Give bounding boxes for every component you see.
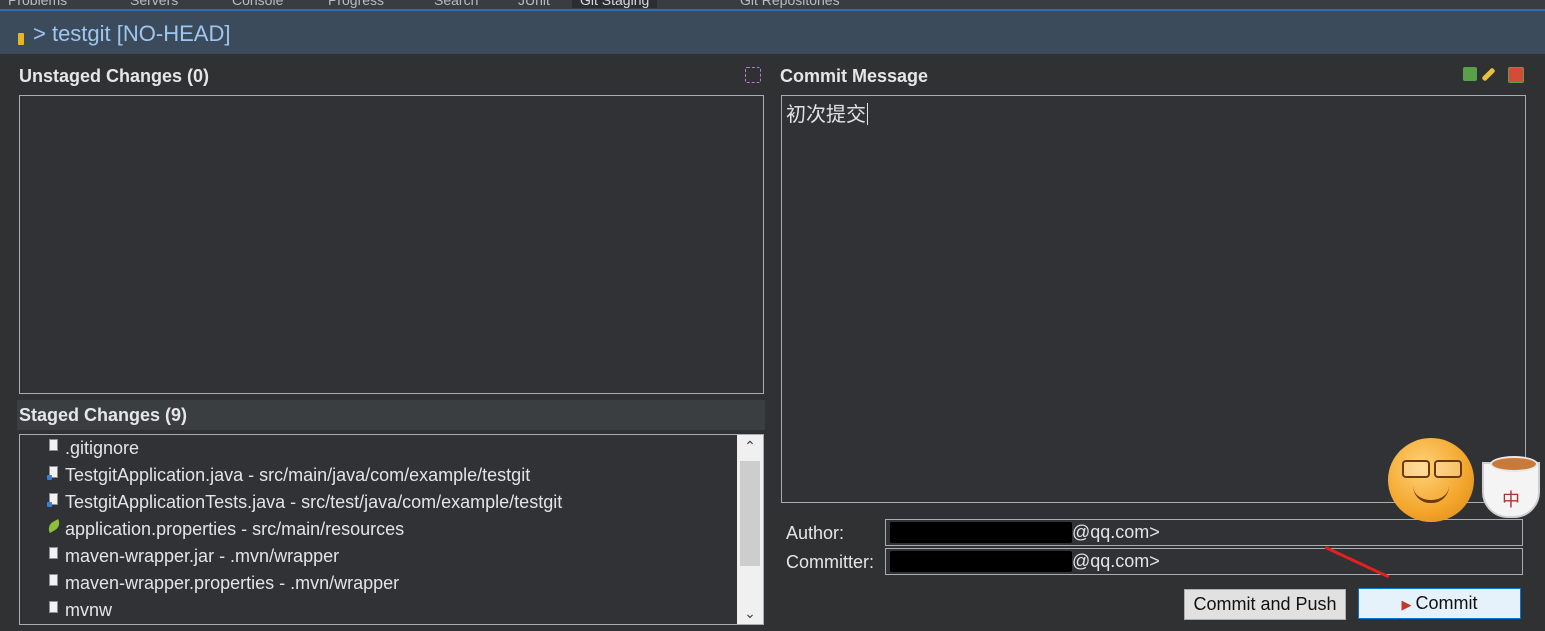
glasses-right bbox=[1434, 460, 1462, 478]
glasses-left bbox=[1402, 460, 1430, 478]
text-caret bbox=[867, 103, 868, 125]
file-name: maven-wrapper.jar - .mvn/wrapper bbox=[65, 546, 340, 566]
file-name: .gitignore bbox=[65, 438, 140, 458]
file-name: application.properties - src/main/resour… bbox=[65, 519, 405, 539]
staged-scrollbar[interactable]: ⌃ ⌄ bbox=[737, 435, 763, 624]
scroll-down-icon[interactable]: ⌄ bbox=[737, 602, 763, 624]
author-field[interactable]: @qq.com> bbox=[885, 519, 1523, 546]
spring-leaf-icon bbox=[49, 520, 58, 532]
redacted-name bbox=[890, 522, 1072, 543]
add-change-id-icon[interactable] bbox=[1508, 67, 1524, 83]
view-mode-icon[interactable] bbox=[745, 67, 761, 83]
list-item[interactable]: TestgitApplicationTests.java - src/test/… bbox=[20, 489, 737, 516]
tab-console[interactable]: Console bbox=[232, 0, 283, 8]
smile bbox=[1413, 486, 1449, 503]
tab-git-staging[interactable]: Git Staging bbox=[572, 0, 658, 8]
list-item[interactable]: TestgitApplication.java - src/main/java/… bbox=[20, 462, 737, 489]
redacted-name bbox=[890, 551, 1072, 572]
author-email: @qq.com> bbox=[1072, 522, 1160, 542]
view-tab-strip: Problems Servers Console Progress Search… bbox=[0, 0, 1545, 9]
list-item[interactable]: mvnw bbox=[20, 597, 737, 624]
ime-language-label: 中 bbox=[1502, 490, 1520, 511]
commit-message-value: 初次提交 bbox=[786, 102, 866, 126]
commit-button-label: Commit bbox=[1415, 593, 1478, 613]
committer-email: @qq.com> bbox=[1072, 551, 1160, 571]
committer-field[interactable]: @qq.com> bbox=[885, 548, 1523, 575]
staged-changes-title: Staged Changes (9) bbox=[19, 405, 188, 425]
java-file-icon bbox=[47, 493, 58, 507]
file-icon bbox=[49, 574, 58, 586]
commit-and-push-button[interactable]: Commit and Push bbox=[1184, 589, 1346, 620]
java-file-icon bbox=[47, 466, 58, 480]
file-icon bbox=[49, 547, 58, 559]
list-item[interactable]: .gitignore bbox=[20, 435, 737, 462]
tab-git-repositories[interactable]: Git Repositories bbox=[740, 0, 840, 8]
list-item[interactable]: maven-wrapper.jar - .mvn/wrapper bbox=[20, 543, 737, 570]
tab-problems[interactable]: Problems bbox=[8, 0, 67, 8]
file-icon bbox=[49, 439, 58, 451]
amend-icon[interactable] bbox=[1481, 67, 1496, 82]
scrollbar-thumb[interactable] bbox=[740, 461, 760, 566]
tab-junit[interactable]: JUnit bbox=[518, 0, 550, 8]
tab-progress[interactable]: Progress bbox=[328, 0, 384, 8]
unstaged-changes-title: Unstaged Changes (0) bbox=[19, 66, 210, 86]
file-name: maven-wrapper.properties - .mvn/wrapper bbox=[65, 573, 400, 593]
author-label: Author: bbox=[786, 523, 845, 543]
file-icon bbox=[49, 601, 58, 613]
staged-file-list[interactable]: .gitignore TestgitApplication.java - src… bbox=[19, 434, 764, 625]
list-item[interactable]: application.properties - src/main/resour… bbox=[20, 516, 737, 543]
commit-message-text: 初次提交 bbox=[786, 98, 868, 127]
commit-button[interactable]: ▶ Commit bbox=[1358, 588, 1521, 619]
repository-title: > testgit [NO-HEAD] bbox=[33, 21, 231, 46]
commit-icon: ▶ bbox=[1401, 597, 1412, 612]
file-name: TestgitApplication.java - src/main/java/… bbox=[65, 465, 531, 485]
list-item[interactable]: maven-wrapper.properties - .mvn/wrapper bbox=[20, 570, 737, 597]
ime-cup-icon: 中 bbox=[1482, 456, 1540, 518]
unstaged-file-list[interactable] bbox=[19, 95, 764, 394]
file-name: mvnw bbox=[65, 600, 113, 620]
cup-lid bbox=[1490, 456, 1538, 472]
tab-search[interactable]: Search bbox=[434, 0, 478, 8]
file-name: TestgitApplicationTests.java - src/test/… bbox=[65, 492, 563, 512]
commit-message-title: Commit Message bbox=[780, 66, 929, 86]
sign-off-icon[interactable] bbox=[1463, 67, 1477, 81]
committer-label: Committer: bbox=[786, 552, 875, 572]
ime-smiley-icon bbox=[1388, 438, 1474, 522]
repository-icon bbox=[18, 33, 24, 45]
staging-header: > testgit [NO-HEAD] bbox=[0, 9, 1545, 54]
scroll-up-icon[interactable]: ⌃ bbox=[737, 435, 763, 457]
tab-servers[interactable]: Servers bbox=[130, 0, 178, 8]
